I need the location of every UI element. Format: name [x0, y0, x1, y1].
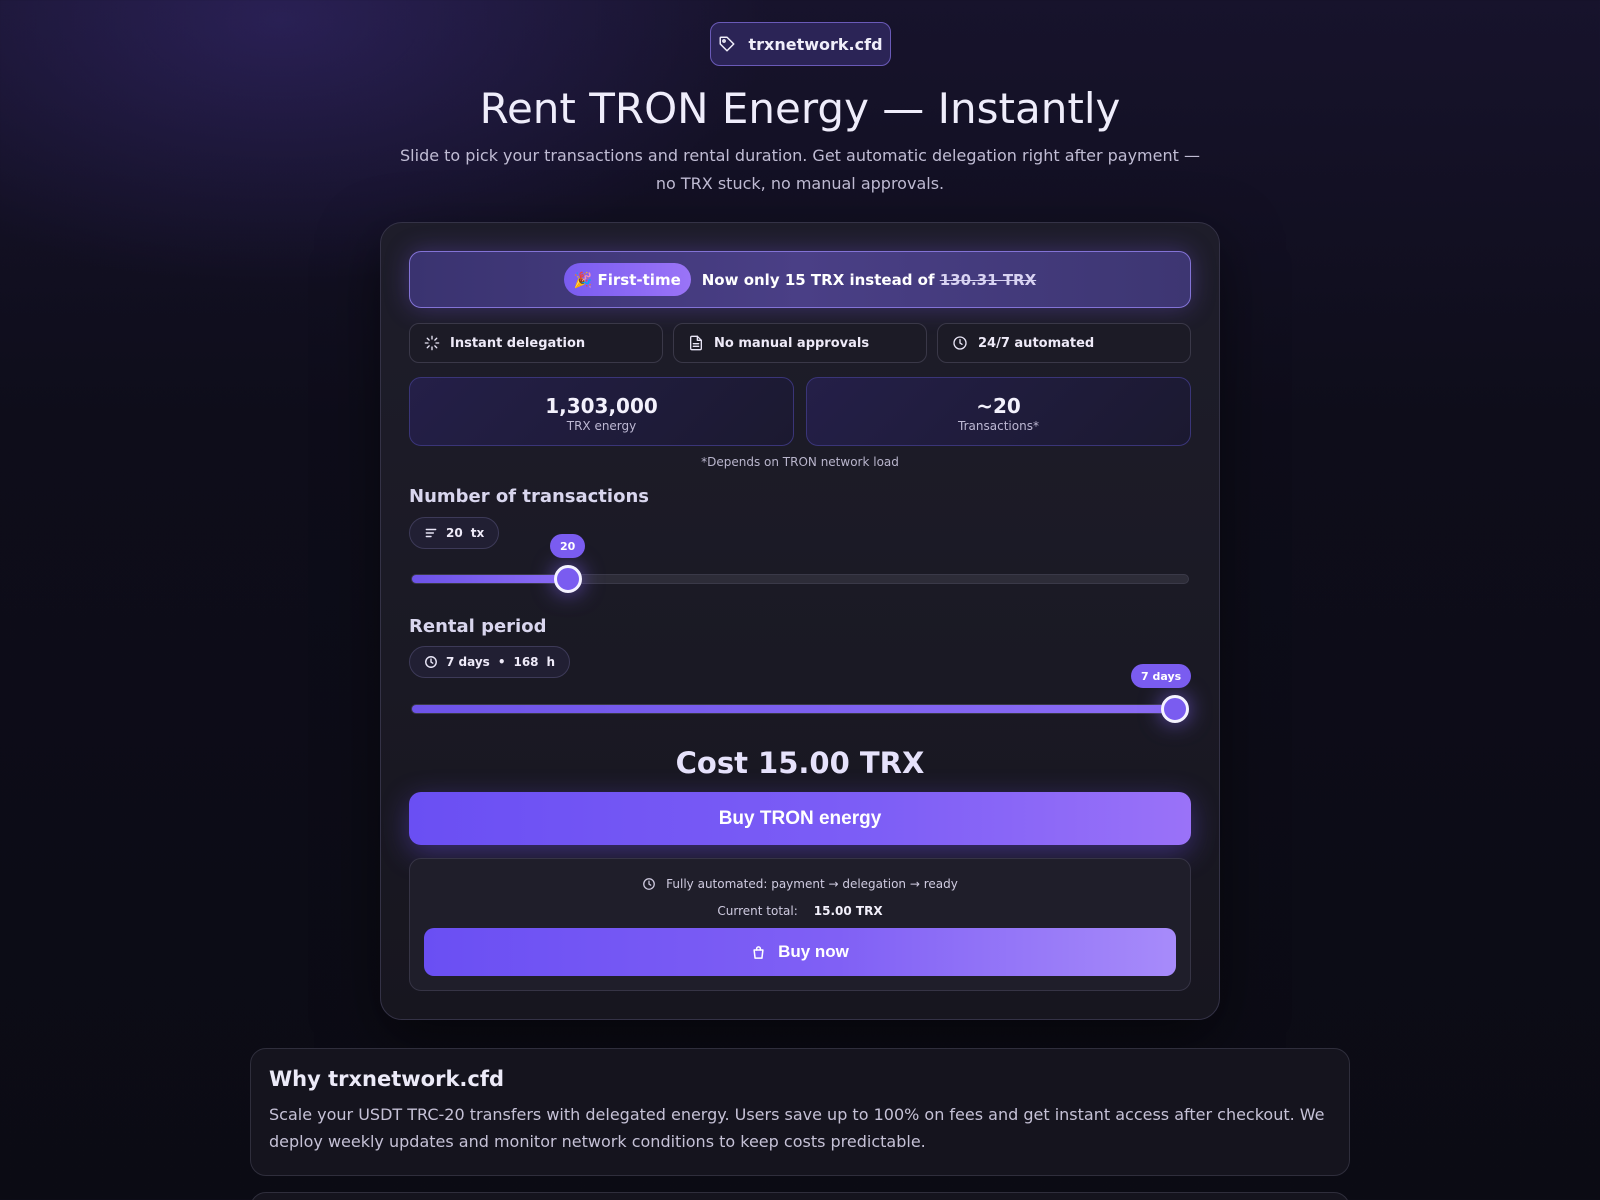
rental-slider-fill — [412, 705, 1176, 713]
stat-value: ~20 — [976, 394, 1021, 418]
feature-no-manual-approvals: No manual approvals — [673, 323, 927, 363]
stat-value: 1,303,000 — [545, 394, 658, 418]
stat-energy: 1,303,000 TRX energy — [409, 377, 794, 446]
first-time-badge: 🎉 First-time — [563, 263, 691, 296]
loader-icon — [424, 335, 440, 351]
why-title: Why trxnetwork.cfd — [269, 1067, 505, 1091]
next-section-card — [250, 1192, 1350, 1200]
rental-slider-bubble: 7 days — [1131, 664, 1192, 688]
page-title: Rent TRON Energy — Instantly — [479, 84, 1121, 133]
transactions-slider-fill — [412, 575, 569, 583]
stat-label: TRX energy — [566, 419, 637, 433]
feature-instant-delegation: Instant delegation — [409, 323, 663, 363]
stat-transactions: ~20 Transactions* — [806, 377, 1191, 446]
total-value: 15.00 TRX — [813, 904, 883, 918]
transactions-pill: 20 tx — [409, 517, 500, 549]
buy-now-label: Buy now — [778, 942, 849, 961]
promo-banner: 🎉 First-time Now only 15 TRX instead of … — [409, 251, 1191, 308]
promo-old-price: 130.31 TRX — [939, 270, 1037, 289]
tag-icon — [718, 35, 736, 53]
rental-hours-unit: h — [546, 655, 556, 669]
feature-label: No manual approvals — [714, 335, 870, 351]
buy-now-button[interactable]: Buy now — [424, 928, 1176, 976]
domain-name: trxnetwork.cfd — [748, 34, 883, 54]
document-icon — [688, 335, 704, 351]
total-label: Current total: — [717, 904, 798, 918]
why-section: Why trxnetwork.cfd Scale your USDT TRC-2… — [250, 1048, 1350, 1176]
clock-icon — [952, 335, 968, 351]
current-total: Current total: 15.00 TRX — [410, 904, 1190, 918]
feature-label: Instant delegation — [450, 335, 586, 351]
promo-message: Now only 15 TRX instead of — [701, 270, 935, 289]
network-footnote: *Depends on TRON network load — [701, 455, 899, 469]
feature-label: 24/7 automated — [978, 335, 1095, 351]
party-icon: 🎉 — [573, 270, 593, 289]
automation-text: Fully automated: payment → delegation → … — [666, 877, 958, 891]
rental-slider-thumb[interactable] — [1161, 695, 1189, 723]
checkout-panel: Fully automated: payment → delegation → … — [409, 858, 1191, 991]
rental-days: 7 days — [446, 655, 490, 669]
transactions-count: 20 — [446, 526, 463, 540]
buy-tron-energy-button[interactable]: Buy TRON energy — [409, 792, 1191, 845]
rental-period-label: Rental period — [409, 616, 547, 637]
clock-icon — [424, 655, 438, 669]
automation-note: Fully automated: payment → delegation → … — [410, 877, 1190, 891]
transactions-slider-bubble: 20 — [550, 534, 586, 558]
rental-hours: 168 — [513, 655, 539, 669]
transactions-unit: tx — [470, 526, 485, 540]
bag-icon — [751, 945, 766, 960]
domain-badge[interactable]: trxnetwork.cfd — [710, 22, 891, 66]
why-text: Scale your USDT TRC-20 transfers with de… — [269, 1105, 1325, 1151]
lines-icon — [424, 526, 438, 540]
separator-dot: • — [497, 655, 506, 669]
cost-display: Cost 15.00 TRX — [675, 746, 925, 780]
transactions-slider-track[interactable] — [411, 574, 1189, 584]
transactions-label: Number of transactions — [409, 486, 649, 507]
promo-text: Now only 15 TRX instead of 130.31 TRX — [702, 271, 1036, 289]
clock-icon — [642, 877, 656, 891]
stat-label: Transactions* — [958, 419, 1039, 433]
feature-24-7-automated: 24/7 automated — [937, 323, 1191, 363]
rental-slider-track[interactable] — [411, 704, 1189, 714]
rental-period-pill: 7 days • 168 h — [409, 646, 571, 678]
first-time-label: First-time — [597, 270, 681, 289]
page-subtitle: Slide to pick your transactions and rent… — [400, 146, 1200, 193]
transactions-slider-thumb[interactable] — [553, 565, 582, 593]
